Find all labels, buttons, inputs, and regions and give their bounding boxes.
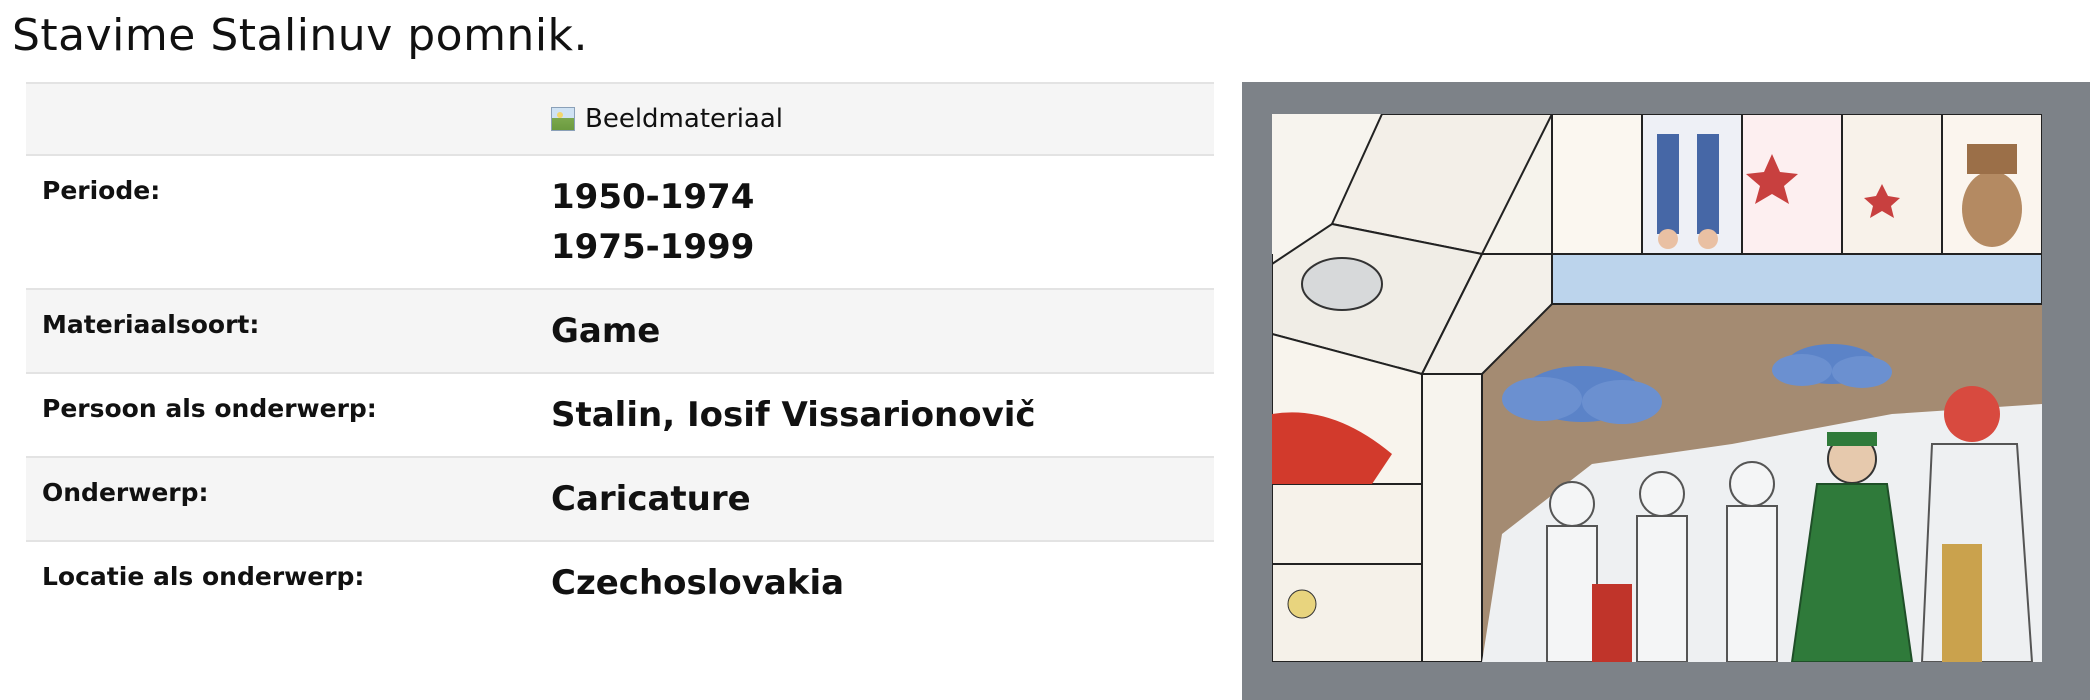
detail-row-person-subject: Persoon als onderwerp: Stalin, Iosif Vis… — [26, 374, 1214, 458]
period-values: 1950-1974 1975-1999 — [551, 156, 1214, 288]
period-value-1[interactable]: 1950-1974 — [551, 172, 1214, 222]
location-subject-label: Locatie als onderwerp: — [42, 562, 365, 591]
image-material-label: Beeldmateriaal — [585, 104, 784, 134]
person-subject-value[interactable]: Stalin, Iosif Vissarionovič — [551, 374, 1214, 456]
material-type-value[interactable]: Game — [551, 290, 1214, 372]
board-game-illustration — [1272, 114, 2042, 662]
board-game-svg — [1272, 114, 2042, 662]
details-table: Beeldmateriaal Periode: 1950-1974 1975-1… — [26, 82, 1214, 624]
subject-label: Onderwerp: — [42, 478, 209, 507]
detail-row-period: Periode: 1950-1974 1975-1999 — [26, 156, 1214, 290]
period-value-2[interactable]: 1975-1999 — [551, 222, 1214, 272]
image-material-link[interactable]: Beeldmateriaal — [551, 94, 1214, 144]
period-label: Periode: — [42, 176, 161, 205]
subject-value[interactable]: Caricature — [551, 458, 1214, 540]
detail-row-subject: Onderwerp: Caricature — [26, 458, 1214, 542]
detail-row-location-subject: Locatie als onderwerp: Czechoslovakia — [26, 542, 1214, 624]
material-type-label: Materiaalsoort: — [42, 310, 260, 339]
detail-row-material-type: Materiaalsoort: Game — [26, 290, 1214, 374]
location-subject-value[interactable]: Czechoslovakia — [551, 542, 1214, 624]
board-game-image[interactable] — [1242, 82, 2090, 700]
media-row: Beeldmateriaal — [26, 84, 1214, 156]
image-icon — [551, 107, 575, 131]
page-title: Stavime Stalinuv pomnik. — [12, 10, 589, 61]
person-subject-label: Persoon als onderwerp: — [42, 394, 377, 423]
